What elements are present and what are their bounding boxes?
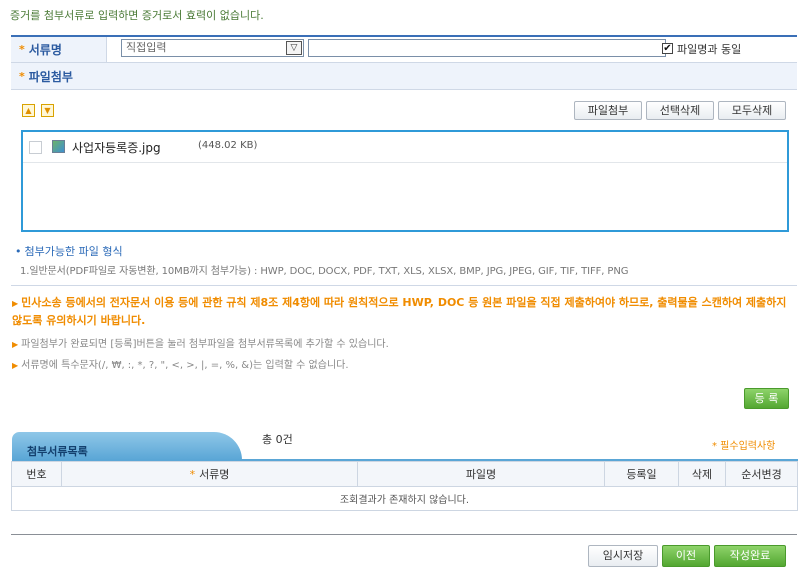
attached-docs-table: 번호 * 서류명 파일명 등록일 삭제 순서변경 조회결과가 존재하지 않습니다. (11, 461, 798, 511)
doc-name-label: 서류명 (28, 43, 62, 57)
divider (11, 285, 797, 286)
col-number: 번호 (11, 461, 62, 487)
triangle-right-icon: ▶ (12, 361, 19, 370)
col-order: 순서변경 (725, 461, 798, 487)
complete-button[interactable]: 작성완료 (714, 545, 786, 567)
table-header-row: 번호 * 서류명 파일명 등록일 삭제 순서변경 (11, 461, 798, 487)
bullet-icon: • (15, 245, 22, 258)
warning-note: ▶ 민사소송 등에서의 전자문서 이용 등에 관한 규칙 제8조 제4항에 따라 … (12, 294, 796, 329)
file-list-item[interactable]: 사업자등록증.jpg (448.02 KB) (23, 132, 787, 163)
evidence-notice: 증거를 첨부서류로 입력하면 증거로서 효력이 없습니다. (10, 9, 264, 22)
total-count: 총 0건 (262, 433, 293, 446)
note-register: ▶ 파일첨부가 완료되면 [등록]버튼을 눌러 첨부파일을 첨부서류목록에 추가할… (12, 335, 389, 350)
tab-attached-docs[interactable]: 첨부서류목록 (12, 432, 242, 460)
file-select-checkbox[interactable] (29, 141, 42, 154)
doc-name-header: * 서류명 (11, 37, 107, 62)
required-mark: * (19, 69, 25, 83)
note-special-chars-text: 서류명에 특수문자(/, ₩, :, *, ?, ", <, >, |, =, … (21, 360, 349, 371)
divider (11, 534, 797, 535)
file-name: 사업자등록증.jpg (72, 141, 161, 155)
col-file-name: 파일명 (357, 461, 605, 487)
warning-text: 민사소송 등에서의 전자문서 이용 등에 관한 규칙 제8조 제4항에 따라 원… (12, 296, 787, 327)
file-attach-label: 파일첨부 (28, 69, 73, 84)
doc-name-select-value: 직접입력 (126, 41, 167, 54)
file-attach-header: * 파일첨부 (11, 63, 797, 89)
attached-file-list[interactable]: 사업자등록증.jpg (448.02 KB) (21, 130, 789, 232)
allowed-formats-title-row: • 첨부가능한 파일 형식 (15, 243, 123, 259)
allowed-formats-title: 첨부가능한 파일 형식 (24, 245, 123, 258)
note-special-chars: ▶ 서류명에 특수문자(/, ₩, :, *, ?, ", <, >, |, =,… (12, 356, 349, 371)
chevron-down-icon[interactable]: ▽ (286, 41, 302, 55)
allowed-formats-text: 1.일반문서(PDF파일로 자동변환, 10MB까지 첨부가능) : HWP, … (20, 266, 629, 277)
required-fields-note: * 필수입력사항 (712, 441, 776, 452)
image-file-icon (52, 140, 65, 153)
col-doc-name-label: 서류명 (199, 468, 230, 481)
triangle-right-icon: ▶ (12, 340, 19, 349)
same-as-filename-checkbox[interactable]: ✔ (662, 43, 673, 54)
move-down-button[interactable]: ▼ (41, 104, 54, 117)
triangle-right-icon: ▶ (12, 299, 19, 308)
delete-selected-button[interactable]: 선택삭제 (646, 101, 714, 120)
doc-name-row: * 서류명 직접입력 ▽ ✔ 파일명과 동일 (11, 35, 797, 63)
temp-save-button[interactable]: 임시저장 (588, 545, 658, 567)
delete-all-button[interactable]: 모두삭제 (718, 101, 786, 120)
required-mark: * (19, 43, 25, 56)
register-button[interactable]: 등 록 (744, 388, 789, 409)
col-delete: 삭제 (678, 461, 726, 487)
required-mark: * (189, 468, 196, 481)
col-reg-date: 등록일 (604, 461, 679, 487)
col-doc-name: * 서류명 (61, 461, 358, 487)
doc-name-select[interactable]: 직접입력 ▽ (121, 39, 304, 57)
table-row: 조회결과가 존재하지 않습니다. (11, 486, 798, 511)
same-as-filename-label: 파일명과 동일 (677, 43, 742, 56)
attach-file-button[interactable]: 파일첨부 (574, 101, 642, 120)
prev-button[interactable]: 이전 (662, 545, 710, 567)
move-up-button[interactable]: ▲ (22, 104, 35, 117)
note-register-text: 파일첨부가 완료되면 [등록]버튼을 눌러 첨부파일을 첨부서류목록에 추가할 … (21, 339, 389, 350)
file-attach-row: * 파일첨부 (11, 62, 797, 90)
empty-message: 조회결과가 존재하지 않습니다. (11, 486, 798, 511)
file-size: (448.02 KB) (198, 140, 258, 151)
doc-name-input[interactable] (308, 39, 666, 57)
